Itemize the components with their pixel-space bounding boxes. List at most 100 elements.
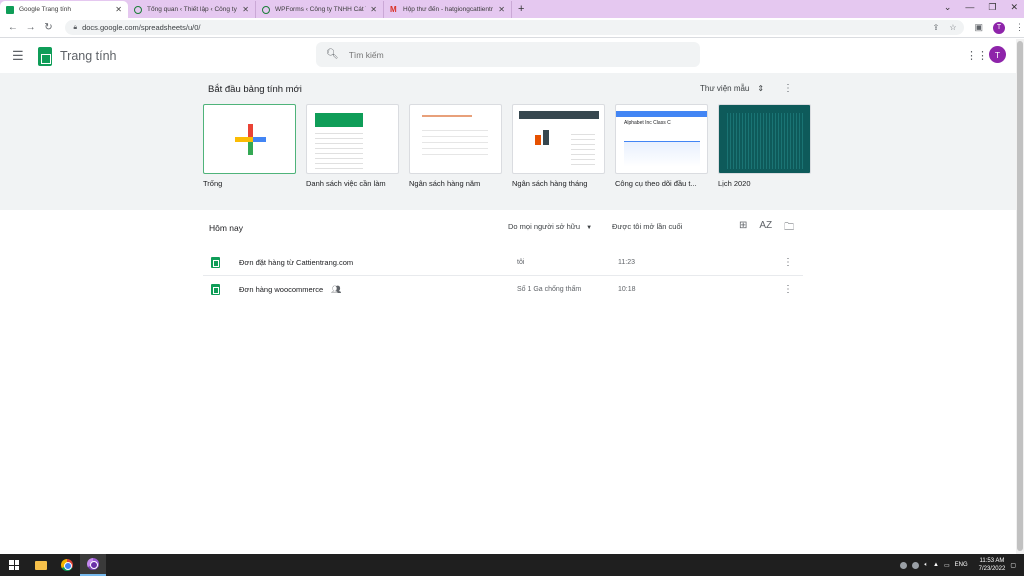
start-button[interactable]: [0, 554, 28, 576]
template-blank[interactable]: Trống: [203, 104, 296, 188]
forward-icon[interactable]: →: [22, 22, 40, 33]
side-panel-icon[interactable]: ▣: [974, 22, 983, 33]
restore-icon[interactable]: ❐: [988, 2, 996, 13]
owner-filter-label: Do mọi người sở hữu: [508, 222, 580, 231]
system-tray: 🔈︎ ▲ ▭ ENG 11:53 AM 7/23/2022 ▢: [900, 557, 1024, 573]
sheets-logo-icon[interactable]: [38, 46, 52, 66]
clock-date: 7/23/2022: [978, 566, 1006, 572]
template-thumbnail[interactable]: [306, 104, 399, 174]
search-icon[interactable]: 🔍︎: [326, 49, 339, 60]
plus-icon: [235, 124, 266, 155]
chrome-icon: [61, 559, 73, 571]
template-todo[interactable]: Danh sách việc cần làm: [306, 104, 399, 188]
owner-filter-dropdown[interactable]: Do mọi người sở hữu ▼: [508, 222, 592, 231]
tab-search-icon[interactable]: ⌄: [944, 2, 952, 13]
thumbnail-area-chart: [624, 141, 700, 167]
browser-tab[interactable]: M Hộp thư đến - hatgiongcattientr ✕: [384, 1, 512, 18]
file-name-cell: Đơn hàng woocommerce 👥︎: [239, 285, 341, 294]
browser-tab[interactable]: Tổng quan ‹ Thiết lập ‹ Công ty T ✕: [128, 1, 256, 18]
file-last-opened: 10:18: [618, 285, 636, 293]
template-investment-tracker[interactable]: Alphabet Inc Class C Công cụ theo dõi đầ…: [615, 104, 708, 188]
browser-tab-strip: Google Trang tính ✕ Tổng quan ‹ Thiết lậ…: [0, 0, 1024, 18]
bookmark-star-icon[interactable]: ☆: [949, 23, 956, 32]
network-icon[interactable]: ▲: [933, 562, 939, 568]
file-name-cell: Đơn đặt hàng từ Cattientrang.com: [239, 258, 353, 267]
template-label: Trống: [203, 179, 223, 188]
close-tab-icon[interactable]: ✕: [242, 5, 249, 14]
share-icon[interactable]: ⇪: [933, 23, 940, 32]
grid-view-icon[interactable]: ⊞: [739, 220, 747, 237]
address-bar-row: ← → ↻ 🔒︎ docs.google.com/spreadsheets/u/…: [0, 18, 1024, 38]
back-icon[interactable]: ←: [4, 22, 22, 33]
wordpress-icon: [262, 5, 270, 14]
scrollbar-thumb[interactable]: [1017, 41, 1023, 551]
file-name: Đơn hàng woocommerce: [239, 284, 324, 294]
app-title[interactable]: Trang tính: [60, 49, 117, 63]
gallery-title: Bắt đầu bảng tính mới: [208, 84, 302, 95]
file-more-icon[interactable]: ⋮: [783, 284, 793, 295]
taskbar-chrome[interactable]: [54, 554, 80, 576]
template-label: Công cụ theo dõi đầu t...: [615, 179, 697, 188]
file-row[interactable]: Đơn đặt hàng từ Cattientrang.com tôi 11:…: [203, 250, 803, 276]
gallery-more-icon[interactable]: ⋮: [783, 83, 793, 94]
tray-app-icon[interactable]: [912, 561, 920, 569]
url-bar[interactable]: 🔒︎ docs.google.com/spreadsheets/u/0/ ⇪ ☆: [65, 20, 965, 35]
close-window-icon[interactable]: ✕: [1010, 2, 1018, 13]
template-thumbnail[interactable]: [203, 104, 296, 174]
browser-tab[interactable]: Google Trang tính ✕: [0, 1, 128, 18]
minimize-icon[interactable]: —: [965, 2, 974, 13]
keyboard-lang[interactable]: ENG: [955, 562, 968, 568]
notification-icon[interactable]: ▢: [1010, 562, 1016, 569]
battery-icon[interactable]: ▭: [944, 562, 950, 569]
lock-icon[interactable]: 🔒︎: [73, 24, 77, 32]
shared-people-icon: 👥︎: [331, 284, 342, 294]
windows-logo-icon: [9, 560, 19, 570]
account-avatar[interactable]: T: [989, 46, 1006, 63]
taskbar-chrome-profile[interactable]: [80, 554, 106, 576]
thumbnail-header-bar: [315, 113, 363, 127]
speaker-icon[interactable]: 🔈︎: [924, 562, 928, 569]
template-monthly-budget[interactable]: Ngân sách hàng tháng: [512, 104, 605, 188]
file-row[interactable]: Đơn hàng woocommerce 👥︎ Số 1 Ga chống th…: [203, 276, 803, 302]
thumbnail-rows: [571, 130, 595, 165]
template-thumbnail[interactable]: Alphabet Inc Class C: [615, 104, 708, 174]
file-name: Đơn đặt hàng từ Cattientrang.com: [239, 258, 354, 267]
browser-tab-label: Hộp thư đến - hatgiongcattientr: [403, 6, 493, 13]
search-box[interactable]: 🔍︎: [316, 42, 700, 67]
search-input[interactable]: [348, 49, 649, 60]
browser-tab[interactable]: WPForms ‹ Công ty TNHH Cát Tr ✕: [256, 1, 384, 18]
template-thumbnail[interactable]: [718, 104, 811, 174]
file-more-icon[interactable]: ⋮: [783, 257, 793, 268]
template-thumbnail[interactable]: [512, 104, 605, 174]
file-owner: tôi: [517, 259, 525, 266]
folder-picker-icon[interactable]: 🗀︎: [784, 220, 794, 237]
browser-menu-icon[interactable]: ⋮: [1015, 22, 1024, 33]
template-library-button[interactable]: Thư viện mẫu ⇕: [700, 84, 764, 93]
taskbar-clock[interactable]: 11:53 AM 7/23/2022: [979, 557, 1006, 573]
chrome-icon: [87, 558, 99, 570]
template-library-label: Thư viện mẫu: [700, 84, 750, 93]
close-tab-icon[interactable]: ✕: [115, 5, 122, 14]
taskbar-file-explorer[interactable]: [28, 554, 54, 576]
thumbnail-calendar-grid: [725, 113, 805, 169]
wordpress-icon: [134, 5, 142, 14]
close-tab-icon[interactable]: ✕: [370, 5, 377, 14]
template-label: Lịch 2020: [718, 179, 751, 188]
file-list: Đơn đặt hàng từ Cattientrang.com tôi 11:…: [203, 250, 803, 302]
template-calendar[interactable]: Lịch 2020: [718, 104, 811, 188]
template-thumbnail[interactable]: [409, 104, 502, 174]
profile-avatar[interactable]: T: [993, 21, 1005, 34]
template-annual-budget[interactable]: Ngân sách hàng năm: [409, 104, 502, 188]
close-tab-icon[interactable]: ✕: [498, 5, 505, 14]
sort-button[interactable]: Được tôi mở lần cuối: [612, 222, 682, 231]
sort-az-icon[interactable]: AZ: [759, 220, 772, 237]
clock-time: 11:53 AM: [979, 558, 1005, 564]
reload-icon[interactable]: ↻: [40, 22, 58, 33]
gmail-icon: M: [390, 4, 397, 14]
main-menu-icon[interactable]: ☰: [12, 48, 28, 64]
tray-app-icon[interactable]: [900, 561, 908, 569]
browser-tab-label: Tổng quan ‹ Thiết lập ‹ Công ty T: [147, 6, 239, 13]
page-scrollbar[interactable]: [1016, 39, 1024, 554]
new-tab-button[interactable]: +: [518, 1, 524, 18]
sheets-icon: [6, 5, 14, 14]
